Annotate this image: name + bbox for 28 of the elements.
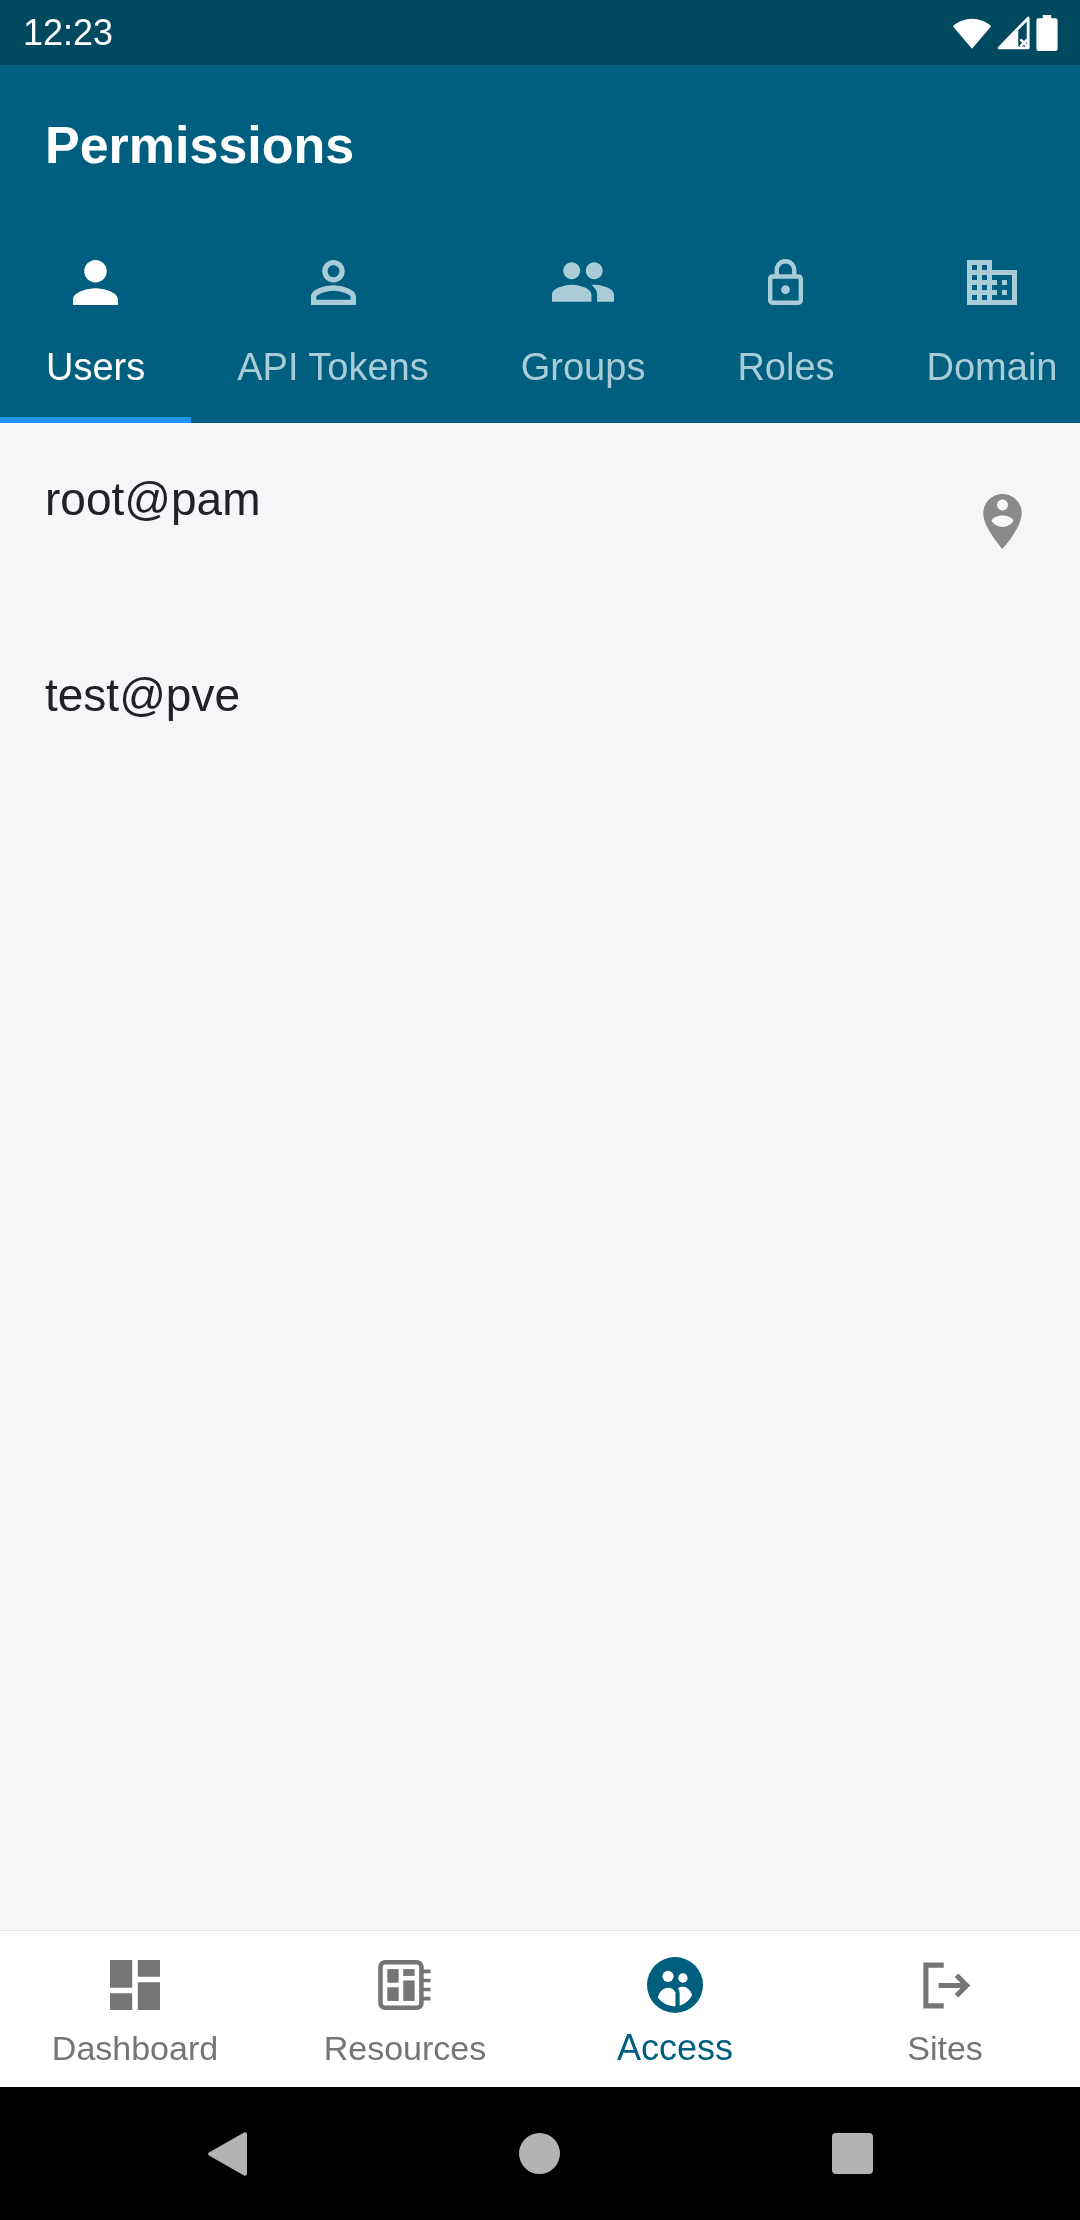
grid-panel-icon [377, 1960, 433, 2010]
tab[interactable]: Groups [474, 225, 692, 423]
tab[interactable]: Roles [691, 225, 881, 423]
nav-item[interactable]: Sites [810, 1931, 1080, 2087]
building-icon [967, 259, 1017, 305]
dashboard-icon [110, 1960, 160, 2010]
recents-button[interactable] [831, 2133, 873, 2174]
back-triangle-icon [207, 2131, 247, 2176]
page-title: Permissions [45, 115, 355, 176]
person-outline-icon [310, 259, 356, 305]
nav-item[interactable]: Dashboard [0, 1931, 270, 2087]
lock-icon [768, 259, 804, 305]
person-icon [73, 259, 119, 305]
recents-square-icon [831, 2133, 873, 2174]
nav-item[interactable]: Access [540, 1931, 810, 2087]
nav-item[interactable]: Resources [270, 1931, 540, 2087]
people-circle-icon [647, 1957, 703, 2013]
signal-x-icon [997, 15, 1031, 50]
back-button[interactable] [207, 2131, 247, 2176]
clock-time: 12:23 [23, 11, 114, 54]
tab[interactable]: API Tokens [191, 225, 475, 423]
user-name[interactable]: test@pve [45, 667, 240, 723]
home-button[interactable] [518, 2133, 560, 2174]
tab[interactable]: Domain [880, 225, 1058, 423]
people-icon [552, 262, 615, 302]
battery-icon [1036, 14, 1058, 51]
home-circle-icon [518, 2133, 560, 2174]
user-name[interactable]: root@pam [45, 471, 261, 527]
